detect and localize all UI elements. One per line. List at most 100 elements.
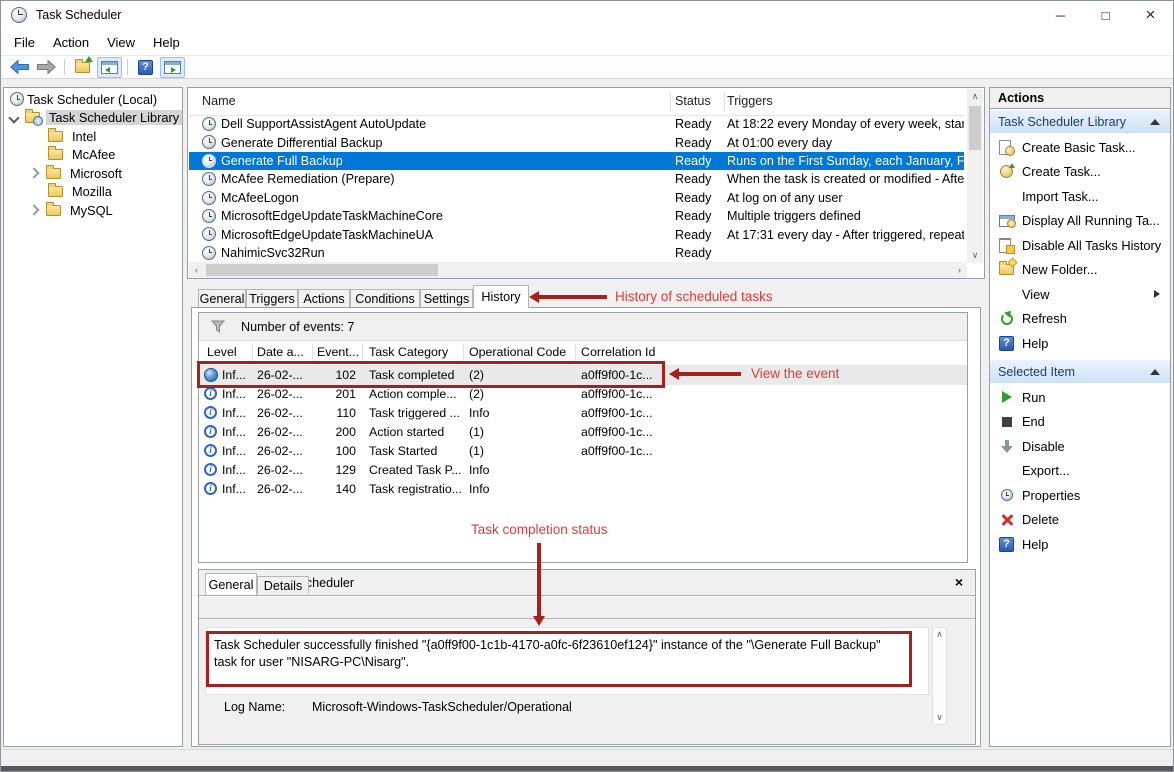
column-level[interactable]: Level — [207, 345, 237, 359]
task-list-vscrollbar[interactable]: ∧ ∨ — [967, 89, 983, 263]
event-row[interactable]: i Inf... 26-02-... 200 Action started (1… — [199, 423, 967, 442]
event-date: 26-02-... — [257, 368, 303, 382]
tab-actions[interactable]: Actions — [298, 289, 350, 307]
toolbar-help-button[interactable]: ? — [133, 57, 158, 78]
task-row[interactable]: Dell SupportAssistAgent AutoUpdate Ready… — [189, 115, 964, 133]
action-help-2[interactable]: ? Help — [990, 532, 1170, 557]
scroll-up-button[interactable]: ∧ — [933, 628, 946, 641]
section-selected-item[interactable]: Selected Item — [990, 360, 1170, 383]
event-row[interactable]: i Inf... 26-02-... 129 Created Task P...… — [199, 461, 967, 480]
scroll-left-button[interactable]: ‹ — [189, 262, 204, 278]
task-row[interactable]: McAfeeLogon Ready At log on of any user — [189, 189, 964, 207]
section-task-scheduler-library[interactable]: Task Scheduler Library — [990, 110, 1170, 133]
column-task-category[interactable]: Task Category — [369, 345, 448, 359]
hscroll-thumb[interactable] — [206, 264, 438, 276]
event-row[interactable]: i Inf... 26-02-... 140 Task registratio.… — [199, 480, 967, 499]
action-refresh[interactable]: Refresh — [990, 307, 1170, 332]
task-row-selected[interactable]: Generate Full Backup Ready Runs on the F… — [189, 152, 964, 170]
action-export[interactable]: Export... — [990, 459, 1170, 484]
column-triggers[interactable]: Triggers — [727, 94, 773, 108]
back-button[interactable] — [7, 57, 32, 78]
tree-item-mysql[interactable]: MySQL — [30, 201, 116, 219]
action-import-task[interactable]: Import Task... — [990, 184, 1170, 209]
show-action-pane-button[interactable] — [160, 57, 185, 78]
tab-conditions[interactable]: Conditions — [350, 289, 420, 307]
tab-general[interactable]: General — [198, 289, 246, 307]
event-id: 102 — [312, 368, 356, 382]
tree-library[interactable]: Task Scheduler Library — [10, 109, 182, 127]
tab-settings[interactable]: Settings — [420, 289, 473, 307]
task-row[interactable]: MicrosoftEdgeUpdateTaskMachineCore Ready… — [189, 207, 964, 225]
column-date[interactable]: Date a... — [257, 345, 304, 359]
up-one-level-button[interactable] — [70, 57, 95, 78]
tree-root[interactable]: Task Scheduler (Local) — [10, 90, 160, 108]
scroll-right-button[interactable]: › — [952, 262, 967, 278]
action-disable[interactable]: Disable — [990, 434, 1170, 459]
action-view[interactable]: View — [990, 282, 1170, 307]
scroll-up-button[interactable]: ∧ — [967, 89, 983, 104]
chevron-right-icon[interactable] — [28, 204, 39, 215]
close-button[interactable]: × — [1128, 1, 1173, 29]
tree-item-mcafee[interactable]: McAfee — [48, 146, 118, 164]
action-label: Run — [1022, 390, 1045, 405]
column-correlation-id[interactable]: Correlation Id — [581, 345, 655, 359]
column-name[interactable]: Name — [202, 94, 236, 108]
menu-action[interactable]: Action — [44, 31, 98, 54]
show-console-tree-button[interactable] — [97, 57, 122, 78]
tree-item-mozilla[interactable]: Mozilla — [48, 183, 115, 201]
event-level: Inf... — [222, 482, 246, 496]
action-help[interactable]: ? Help — [990, 331, 1170, 356]
clock-icon — [202, 117, 216, 131]
event-category: Action started — [369, 425, 444, 439]
disable-icon — [1000, 439, 1014, 453]
detail-scrollbar[interactable]: ∧ ∨ — [932, 627, 947, 725]
task-row[interactable]: MicrosoftEdgeUpdateTaskMachineUA Ready A… — [189, 225, 964, 243]
action-end[interactable]: End — [990, 410, 1170, 435]
column-event-id[interactable]: Event... — [317, 345, 359, 359]
vscroll-thumb[interactable] — [969, 106, 981, 150]
maximize-button[interactable]: □ — [1083, 1, 1128, 29]
detail-close-icon[interactable]: × — [955, 574, 963, 590]
task-row[interactable]: McAfee Remediation (Prepare) Ready When … — [189, 170, 964, 188]
forward-button[interactable] — [34, 57, 59, 78]
tab-history[interactable]: History — [473, 285, 529, 308]
clock-icon — [10, 92, 24, 106]
action-create-task[interactable]: Create Task... — [990, 160, 1170, 185]
chevron-right-icon[interactable] — [28, 167, 39, 178]
event-row-selected[interactable]: Inf... 26-02-... 102 Task completed (2) … — [199, 366, 967, 385]
task-list-hscrollbar[interactable]: ‹ › — [189, 262, 967, 278]
action-label: Import Task... — [1022, 189, 1099, 204]
action-properties[interactable]: Properties — [990, 483, 1170, 508]
menu-view[interactable]: View — [98, 31, 144, 54]
menu-help[interactable]: Help — [144, 31, 189, 54]
menu-file[interactable]: File — [5, 31, 44, 54]
action-new-folder[interactable]: New Folder... — [990, 258, 1170, 283]
minimize-button[interactable]: ─ — [1038, 1, 1083, 29]
collapse-icon[interactable] — [1150, 119, 1160, 125]
chevron-down-icon[interactable] — [8, 112, 19, 123]
detail-tab-general[interactable]: General — [205, 573, 257, 595]
tab-triggers[interactable]: Triggers — [246, 289, 298, 307]
column-operational-code[interactable]: Operational Code — [469, 345, 566, 359]
event-detail-header: Event 102, TaskScheduler — [199, 570, 975, 595]
task-triggers: Runs on the First Sunday, each January, … — [727, 154, 964, 168]
action-display-all-running[interactable]: Display All Running Ta... — [990, 209, 1170, 234]
tree-item-microsoft[interactable]: Microsoft — [30, 164, 125, 182]
tree-item-intel[interactable]: Intel — [48, 127, 99, 145]
column-status[interactable]: Status — [675, 94, 711, 108]
scroll-down-button[interactable]: ∨ — [967, 248, 983, 263]
scroll-down-button[interactable]: ∨ — [933, 711, 946, 724]
action-run[interactable]: Run — [990, 385, 1170, 410]
detail-tab-details[interactable]: Details — [257, 576, 309, 594]
task-row[interactable]: Generate Differential Backup Ready At 01… — [189, 133, 964, 151]
action-disable-history[interactable]: Disable All Tasks History — [990, 233, 1170, 258]
event-row[interactable]: i Inf... 26-02-... 110 Task triggered ..… — [199, 404, 967, 423]
event-row[interactable]: i Inf... 26-02-... 201 Action comple... … — [199, 385, 967, 404]
back-arrow-icon — [10, 60, 29, 74]
action-delete[interactable]: Delete — [990, 508, 1170, 533]
clock-icon — [202, 227, 216, 241]
action-create-basic-task[interactable]: Create Basic Task... — [990, 135, 1170, 160]
event-row[interactable]: i Inf... 26-02-... 100 Task Started (1) … — [199, 442, 967, 461]
collapse-icon[interactable] — [1150, 369, 1160, 375]
task-row[interactable]: NahimicSvc32Run Ready — [189, 244, 964, 262]
